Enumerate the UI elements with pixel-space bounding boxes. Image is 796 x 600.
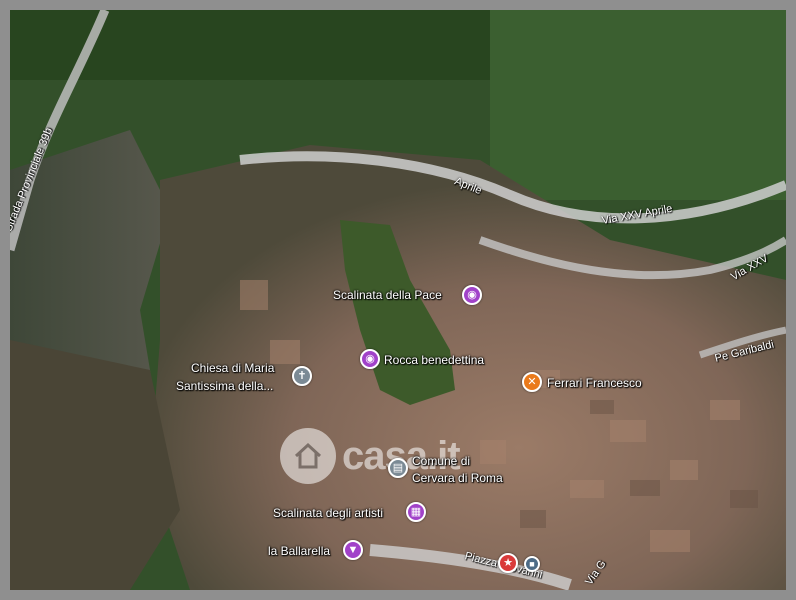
camera-icon[interactable]: ◉ — [360, 349, 380, 369]
place-label-ferrari[interactable]: Ferrari Francesco — [547, 376, 642, 391]
cross-icon[interactable]: ✝ — [292, 366, 312, 386]
place-label-comune-line2[interactable]: Cervara di Roma — [412, 471, 503, 486]
bus-icon[interactable]: ■ — [524, 556, 540, 572]
camera-icon[interactable]: ◉ — [462, 285, 482, 305]
place-label-comune-line1[interactable]: Comune di — [412, 454, 470, 469]
place-label-ballarella[interactable]: la Ballarella — [268, 544, 330, 559]
place-label-scalinata-pace[interactable]: Scalinata della Pace — [333, 288, 442, 303]
restaurant-icon[interactable]: ✕ — [522, 372, 542, 392]
house-logo-icon — [280, 428, 336, 484]
star-icon[interactable]: ★ — [498, 553, 518, 573]
place-label-chiesa-line2[interactable]: Santissima della... — [176, 379, 273, 394]
place-label-scalinata-artisti[interactable]: Scalinata degli artisti — [273, 506, 383, 521]
satellite-map[interactable]: Strada Provinciale 39b Aprile Via XXV Ap… — [10, 10, 786, 590]
cocktail-icon[interactable]: ▼ — [343, 540, 363, 560]
place-label-rocca[interactable]: Rocca benedettina — [384, 353, 484, 368]
map-frame: Strada Provinciale 39b Aprile Via XXV Ap… — [0, 0, 796, 600]
place-label-chiesa-line1[interactable]: Chiesa di Maria — [191, 361, 274, 376]
government-building-icon[interactable]: ▤ — [388, 458, 408, 478]
museum-icon[interactable]: ▦ — [406, 502, 426, 522]
